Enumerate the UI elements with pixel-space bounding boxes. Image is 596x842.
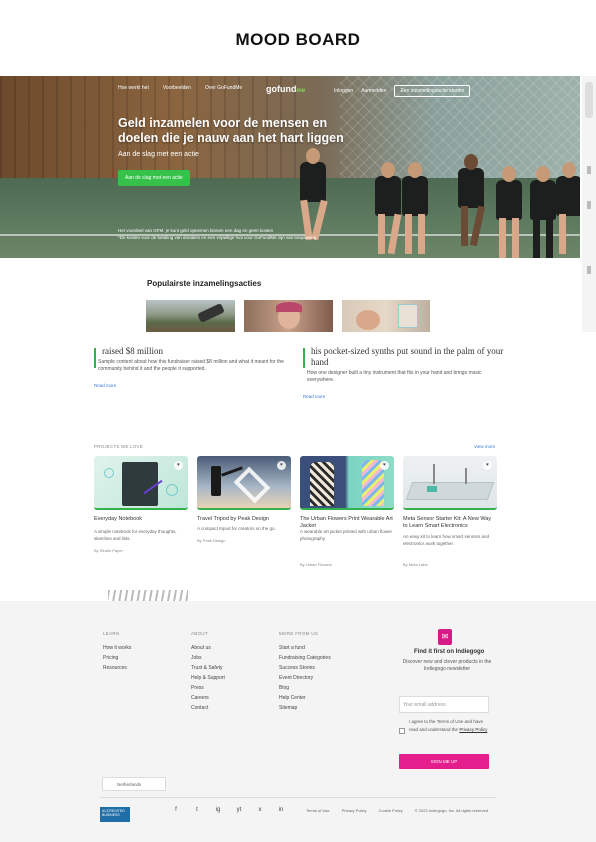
footer-link[interactable]: Event Directory	[279, 675, 331, 681]
hero-banner: Hoe werkt het Voorbeelden Over GoFundMe …	[0, 76, 580, 258]
product-description: A compact tripod for creators on the go.	[197, 526, 276, 531]
bbb-accreditation-badge[interactable]: ACCREDITED BUSINESS	[100, 807, 130, 822]
terms-link[interactable]: Terms of Use	[306, 808, 330, 813]
footer-heading: ABOUT	[191, 631, 209, 636]
newsletter-email-input[interactable]: Your email address	[399, 696, 489, 713]
product-title: Meta Sensor Starter Kit: A New Way to Le…	[403, 516, 492, 529]
cookie-link[interactable]: Cookie Policy	[378, 808, 402, 813]
footer-link[interactable]: Blog	[279, 685, 331, 691]
fundraiser-image[interactable]	[146, 300, 235, 332]
product-description: An easy kit to learn how smart sensors a…	[403, 534, 490, 546]
fundraiser-image[interactable]	[342, 300, 430, 332]
product-title: The Urban Flowers Print Wearable Art Jac…	[300, 516, 393, 529]
facebook-icon[interactable]: f	[172, 807, 180, 813]
nav-link[interactable]: Hoe werkt het	[118, 85, 149, 91]
footer-link[interactable]: Careers	[191, 695, 225, 701]
footer-link[interactable]: Help & Support	[191, 675, 225, 681]
hero-subtext: Aan de slag met een actie	[118, 151, 199, 158]
twitter-icon[interactable]: t	[193, 807, 201, 813]
footer-heading: MORE FROM US	[279, 631, 319, 636]
youtube-icon[interactable]: yt	[235, 807, 243, 813]
footer-link[interactable]: Start a fund	[279, 645, 331, 651]
story-title: raised $8 million	[102, 346, 163, 356]
story-card[interactable]: raised $8 million Sample content about h…	[94, 346, 299, 388]
footer-link[interactable]: Help Center	[279, 695, 331, 701]
nav-link[interactable]: Voorbeelden	[163, 85, 191, 91]
product-footer: By Meta Labs	[403, 562, 428, 567]
terms-checkbox[interactable]	[399, 728, 405, 734]
favorite-icon[interactable]: ♥	[483, 461, 492, 470]
product-description: A wearable art jacket printed with urban…	[300, 529, 393, 541]
product-card[interactable]: ♥ Everyday Notebook A simple notebook fo…	[94, 456, 188, 574]
footer-link[interactable]: Contact	[191, 705, 225, 711]
footer-link[interactable]: Sitemap	[279, 705, 331, 711]
hero-note: Het voordeel van GFM: je kunt geld opnem…	[118, 228, 274, 233]
page-title: MOOD BOARD	[235, 30, 361, 49]
footer-link[interactable]: About us	[191, 645, 225, 651]
hero-disclaimer: *De kosten voor de betaling van donaties…	[118, 235, 318, 240]
story-body: How one designer built a tiny instrument…	[307, 370, 482, 383]
story-card[interactable]: his pocket-sized synths put sound in the…	[303, 346, 508, 399]
linkedin-icon[interactable]: in	[277, 807, 285, 813]
footer-divider	[100, 797, 496, 798]
product-description: A simple notebook for everyday thoughts,…	[94, 529, 177, 541]
login-link[interactable]: Inloggen	[334, 88, 353, 94]
footer-link[interactable]: Jobs	[191, 655, 225, 661]
footer-link[interactable]: Fundraising Categories	[279, 655, 331, 661]
footer-link[interactable]: Press	[191, 685, 225, 691]
product-title: Travel Tripod by Peak Design	[197, 516, 269, 522]
newsletter-title: Find it first on Indiegogo	[414, 649, 485, 655]
hero-cta-button[interactable]: Aan de slag met een actie	[118, 170, 190, 186]
terms-agreement-text: I agree to the Terms of Use and have rea…	[409, 719, 488, 732]
footer: LEARN How it works Pricing Resources ABO…	[0, 601, 596, 842]
signup-button[interactable]: SIGN ME UP	[399, 754, 489, 769]
product-footer: By Peak Design	[197, 538, 226, 543]
gofundme-logo[interactable]: gofundme	[266, 84, 305, 94]
footer-column-more: MORE FROM US Start a fund Fundraising Ca…	[279, 631, 331, 715]
x-icon[interactable]: x	[256, 807, 264, 813]
newsletter-subtitle: Discover new and clever products in the …	[402, 659, 492, 672]
popular-section-title: Populairste inzamelingsacties	[147, 279, 262, 288]
start-fundraiser-button[interactable]: Een inzamelingsactie starten	[394, 85, 471, 97]
products-section-label: PROJECTS WE LOVE	[94, 444, 143, 449]
nav-link[interactable]: Over GoFundMe	[205, 85, 242, 91]
social-links: f t ig yt x in	[172, 807, 285, 813]
side-scrollbar[interactable]	[582, 76, 596, 332]
footer-column-learn: LEARN How it works Pricing Resources	[103, 631, 131, 675]
privacy-policy-link[interactable]: Privacy Policy	[459, 727, 487, 732]
product-title: Everyday Notebook	[94, 516, 142, 522]
product-card[interactable]: ♥ Travel Tripod by Peak Design A compact…	[197, 456, 291, 574]
footer-link[interactable]: Trust & Safety	[191, 665, 225, 671]
product-footer: By Studio Paper	[94, 548, 123, 553]
story-read-more-link[interactable]: Read more	[303, 394, 508, 399]
story-read-more-link[interactable]: Read more	[94, 383, 299, 388]
view-all-link[interactable]: View more	[474, 444, 495, 449]
hero-nav: Hoe werkt het Voorbeelden Over GoFundMe	[118, 85, 242, 91]
favorite-icon[interactable]: ♥	[380, 461, 389, 470]
fundraiser-image[interactable]	[244, 300, 333, 332]
hero-nav-right: Inloggen Aanmelden Een inzamelingsactie …	[334, 85, 471, 97]
signup-link[interactable]: Aanmelden	[361, 88, 386, 94]
footer-link[interactable]: Success Stories	[279, 665, 331, 671]
copyright-text: © 2023 Indiegogo, Inc. All rights reserv…	[414, 808, 488, 813]
favorite-icon[interactable]: ♥	[174, 461, 183, 470]
product-footer: By Urban Flowers	[300, 562, 332, 567]
instagram-icon[interactable]: ig	[214, 807, 222, 813]
product-card[interactable]: ♥ The Urban Flowers Print Wearable Art J…	[300, 456, 394, 574]
footer-link[interactable]: Pricing	[103, 655, 131, 661]
story-body: Sample content about how this fundraiser…	[98, 359, 284, 372]
privacy-link[interactable]: Privacy Policy	[342, 808, 367, 813]
language-selector[interactable]: Netherlands	[102, 777, 166, 791]
legal-links: Terms of Use Privacy Policy Cookie Polic…	[306, 808, 488, 813]
hero-headline: Geld inzamelen voor de mensen en doelen …	[118, 116, 344, 145]
story-title: his pocket-sized synths put sound in the…	[311, 346, 504, 367]
footer-column-about: ABOUT About us Jobs Trust & Safety Help …	[191, 631, 225, 715]
footer-heading: LEARN	[103, 631, 120, 636]
envelope-icon: ✉	[438, 629, 452, 645]
favorite-icon[interactable]: ♥	[277, 461, 286, 470]
footer-link[interactable]: How it works	[103, 645, 131, 651]
footer-link[interactable]: Resources	[103, 665, 131, 671]
product-card[interactable]: ♥ Meta Sensor Starter Kit: A New Way to …	[403, 456, 497, 574]
